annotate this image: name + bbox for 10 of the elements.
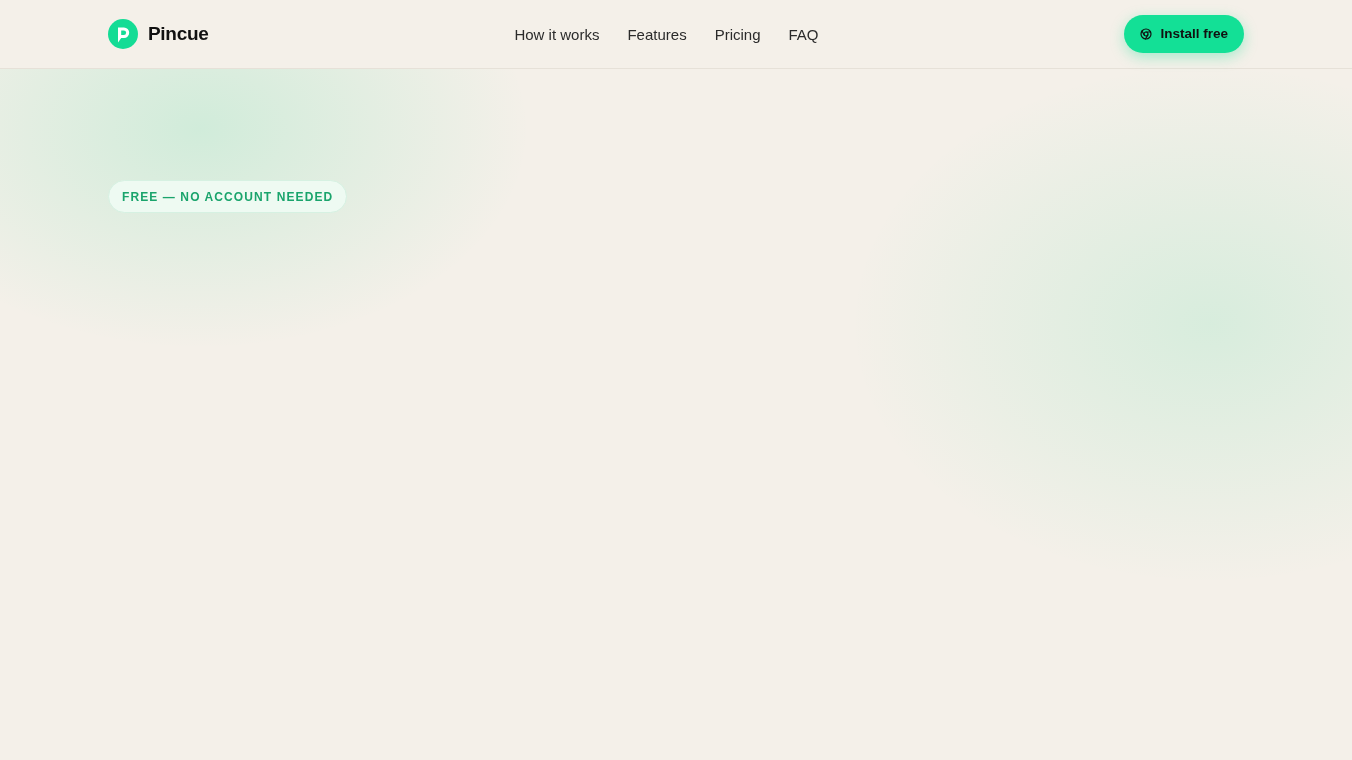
install-button[interactable]: Install free <box>1124 15 1244 53</box>
nav-link[interactable]: FAQ <box>788 23 819 47</box>
nav-link[interactable]: Features <box>627 23 687 47</box>
brand-name: Pincue <box>148 21 209 46</box>
hero-badge: FREE — NO ACCOUNT NEEDED <box>108 180 348 213</box>
nav-link[interactable]: Pricing <box>714 23 761 47</box>
browser-logo-icon <box>1140 28 1153 40</box>
nav-link[interactable]: How it works <box>514 23 600 47</box>
logo-icon <box>108 19 138 49</box>
brand-link[interactable]: Pincue <box>108 19 209 49</box>
